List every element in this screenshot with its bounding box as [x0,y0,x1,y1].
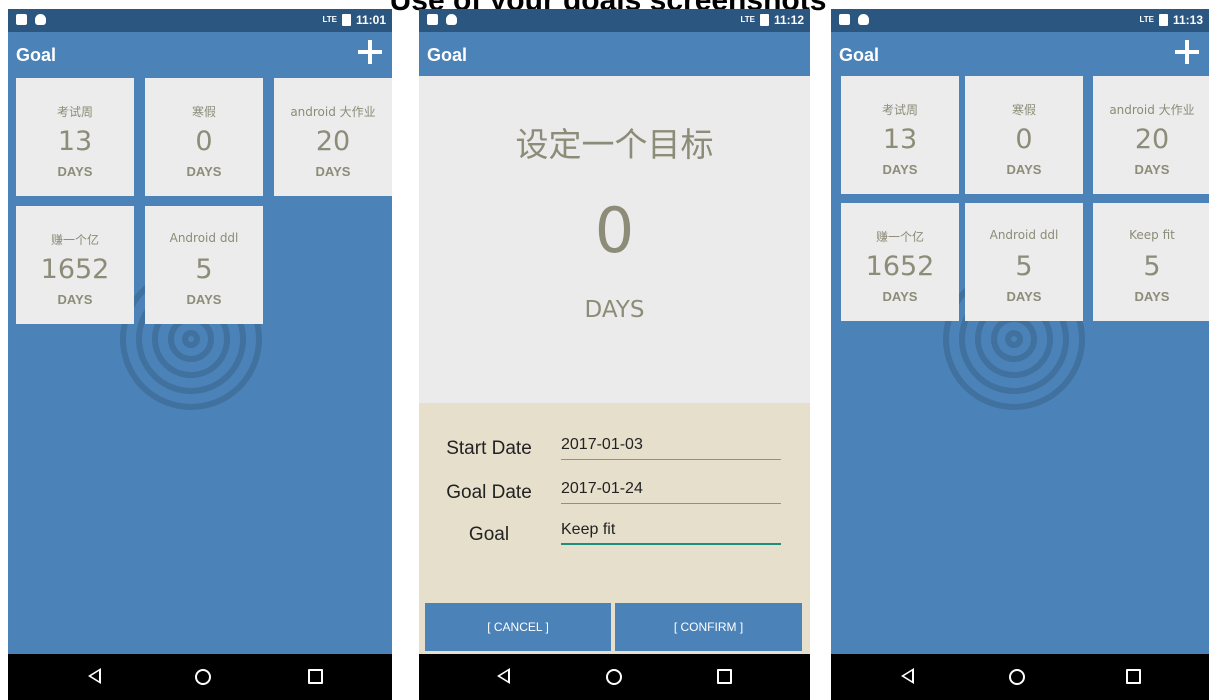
notification-icon [16,14,27,25]
goal-unit: DAYS [1006,289,1042,304]
goal-card[interactable]: android 大作业 20 DAYS [1093,76,1209,194]
app-bar: Goal [419,32,810,76]
goal-days: 5 [1015,251,1033,282]
phone-screen-set-goal: LTE 11:12 Goal 设定一个目标 0 DAYS Start Date G… [419,9,810,700]
goal-days: 5 [1143,251,1161,282]
goal-days: 1652 [40,254,110,285]
goal-input[interactable] [561,519,781,545]
nav-recent-icon[interactable] [1126,669,1141,684]
add-icon[interactable] [358,40,382,64]
start-date-input[interactable] [561,434,781,460]
nav-bar [419,654,810,700]
app-title: Goal [16,45,57,65]
confirm-button[interactable]: [ CONFIRM ] [615,603,802,651]
goal-form: Start Date Goal Date Goal [ CANCEL ] [ C… [419,403,810,655]
goal-title: 考试周 [881,103,918,117]
app-title: Goal [427,45,468,65]
android-icon [446,14,457,25]
goal-unit: DAYS [1006,162,1042,177]
nav-bar [831,654,1209,700]
signal-icon: LTE [740,15,755,24]
goal-days: 0 [195,126,213,157]
nav-back-icon[interactable] [497,668,510,684]
goal-preview: 设定一个目标 0 DAYS [419,76,810,403]
goal-title: 寒假 [191,105,216,119]
goal-title: Keep fit [1129,228,1175,242]
goal-title: 考试周 [56,105,93,119]
status-bar: LTE 11:12 [419,9,810,32]
goal-date-label: Goal Date [446,482,532,503]
app-bar: Goal [8,32,392,76]
goal-card[interactable]: 寒假 0 DAYS [145,78,263,196]
dialog-title: 设定一个目标 [515,125,714,164]
android-icon [35,14,46,25]
nav-back-icon[interactable] [901,668,914,684]
goal-days: 1652 [865,251,935,282]
goal-title: Android ddl [169,231,239,245]
goal-card[interactable]: android 大作业 20 DAYS [274,78,392,196]
goal-card[interactable]: 赚一个亿 1652 DAYS [16,206,134,324]
android-icon [858,14,869,25]
goal-days: 0 [1015,124,1033,155]
nav-recent-icon[interactable] [308,669,323,684]
cancel-button[interactable]: [ CANCEL ] [425,603,611,651]
app-title: Goal [839,45,880,65]
goal-unit: DAYS [186,292,222,307]
nav-home-icon[interactable] [606,669,622,685]
status-bar: LTE 11:01 [8,9,392,32]
goal-title: Android ddl [989,228,1059,242]
signal-icon: LTE [1139,15,1154,24]
goal-days: 20 [315,126,351,157]
status-time: 11:12 [773,13,804,27]
status-bar: LTE 11:13 [831,9,1209,32]
status-time: 11:01 [355,13,386,27]
goal-card[interactable]: 考试周 13 DAYS [16,78,134,196]
battery-icon [341,14,351,26]
goal-unit: DAYS [186,164,222,179]
goal-unit: DAYS [315,164,351,179]
goal-unit: DAYS [57,292,93,307]
nav-back-icon[interactable] [88,668,101,684]
nav-recent-icon[interactable] [717,669,732,684]
goal-unit: DAYS [1134,289,1170,304]
goal-title: 赚一个亿 [875,230,924,244]
goal-days: 5 [195,254,213,285]
goal-days: 13 [57,126,93,157]
goal-card[interactable]: 考试周 13 DAYS [841,76,959,194]
goal-title: android 大作业 [1109,103,1195,117]
signal-icon: LTE [322,15,337,24]
dialog-days: 0 [594,194,635,267]
battery-icon [759,14,769,26]
phone-screen-goal-list-updated: LTE 11:13 Goal 考试周 13 DAYS 寒假 0 DAYS andr… [831,9,1209,700]
goal-card[interactable]: Keep fit 5 DAYS [1093,203,1209,321]
goal-days: 13 [882,124,918,155]
goal-unit: DAYS [1134,162,1170,177]
add-icon[interactable] [1175,40,1199,64]
goal-card[interactable]: Android ddl 5 DAYS [965,203,1083,321]
goal-label: Goal [468,524,510,545]
notification-icon [427,14,438,25]
goal-unit: DAYS [882,289,918,304]
app-bar: Goal [831,32,1209,76]
dialog-unit: DAYS [584,297,645,323]
goal-date-input[interactable] [561,478,781,504]
goal-days: 20 [1134,124,1170,155]
notification-icon [839,14,850,25]
start-date-label: Start Date [446,438,532,459]
goal-card[interactable]: 赚一个亿 1652 DAYS [841,203,959,321]
nav-home-icon[interactable] [195,669,211,685]
goal-unit: DAYS [57,164,93,179]
goal-card[interactable]: Android ddl 5 DAYS [145,206,263,324]
goal-card[interactable]: 寒假 0 DAYS [965,76,1083,194]
status-time: 11:13 [1172,13,1203,27]
goal-title: 赚一个亿 [50,233,99,247]
goal-title: 寒假 [1011,103,1036,117]
battery-icon [1158,14,1168,26]
goal-title: android 大作业 [290,105,376,119]
nav-bar [8,654,392,700]
goal-unit: DAYS [882,162,918,177]
phone-screen-goal-list: LTE 11:01 Goal 考试周 13 DAYS 寒假 0 DAYS andr… [8,9,392,700]
nav-home-icon[interactable] [1009,669,1025,685]
